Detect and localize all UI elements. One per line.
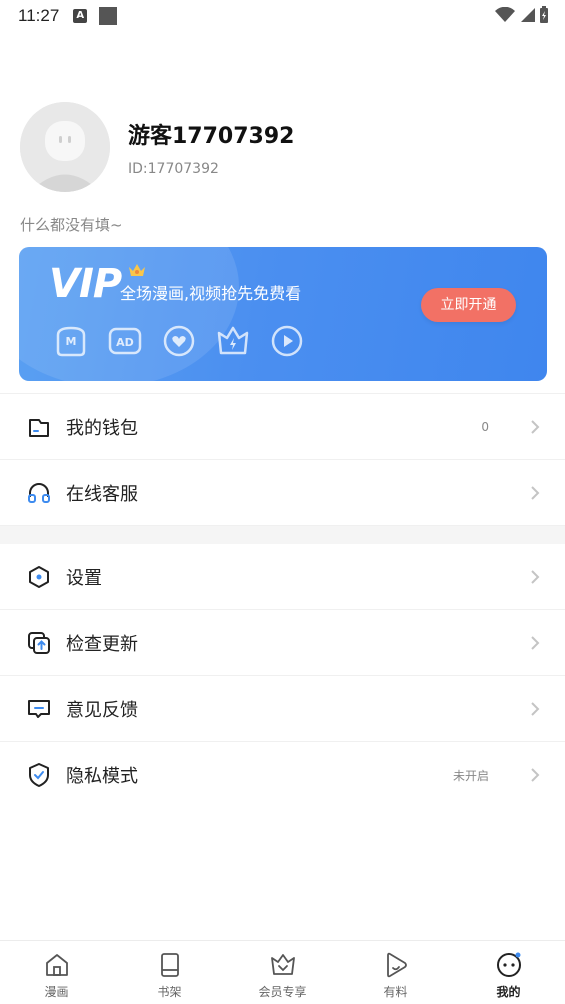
chevron-right-icon [531, 485, 540, 500]
book-icon [160, 953, 179, 977]
shield-check-icon [29, 763, 49, 787]
menu-item-support[interactable]: 在线客服 [0, 460, 565, 526]
vip-logo: VIP [49, 261, 122, 307]
status-bar: 11:27 A [0, 0, 565, 32]
menu-item-privacy[interactable]: 隐私模式 未开启 [0, 742, 565, 808]
vip-crown-icon [129, 264, 145, 276]
vip-benefits: M AD [52, 323, 306, 359]
home-icon [45, 954, 68, 976]
ad-badge-icon: AD [108, 327, 142, 355]
nav-item-vip[interactable]: 会员专享 [226, 941, 339, 1004]
chevron-right-icon [531, 569, 540, 584]
m-badge-icon: M [56, 326, 86, 357]
menu-item-update[interactable]: 检查更新 [0, 610, 565, 676]
hexagon-settings-icon [29, 565, 49, 588]
menu-label-wallet: 我的钱包 [66, 417, 138, 439]
user-bio: 什么都没有填~ [20, 216, 123, 234]
privacy-status: 未开启 [452, 768, 489, 783]
vip-banner[interactable]: VIP 全场漫画,视频抢先免费看 立即开通 M AD [19, 247, 547, 381]
vip-slogan: 全场漫画,视频抢先免费看 [120, 284, 302, 303]
user-id: ID:17707392 [128, 161, 219, 177]
wallet-balance: 0 [481, 419, 489, 434]
menu-label-settings: 设置 [66, 567, 102, 589]
menu-label-privacy: 隐私模式 [66, 766, 138, 787]
menu-label-support: 在线客服 [66, 483, 138, 505]
chevron-right-icon [531, 701, 540, 716]
accessibility-badge-icon: A [73, 9, 88, 23]
username: 游客17707392 [128, 124, 295, 149]
wallet-icon [29, 418, 49, 437]
crown-lightning-icon [217, 326, 249, 355]
battery-icon [540, 6, 548, 23]
menu-item-settings[interactable]: 设置 [0, 544, 565, 610]
vip-open-button[interactable]: 立即开通 [421, 288, 516, 322]
nav-label-feed: 有料 [383, 985, 408, 999]
chevron-right-icon [531, 419, 540, 434]
status-time: 11:27 [18, 6, 60, 25]
nav-item-feed[interactable]: 有料 [339, 941, 452, 1004]
nav-label-vip: 会员专享 [258, 985, 307, 999]
play-icon [386, 952, 407, 978]
bottom-navigation: 漫画 书架 会员专享 有料 我的 [0, 940, 565, 1004]
headphones-icon [28, 482, 50, 503]
nav-label-mine: 我的 [496, 985, 521, 999]
notification-square-icon [99, 7, 118, 25]
nav-label-bookshelf: 书架 [157, 985, 182, 999]
chevron-right-icon [531, 768, 540, 782]
menu-item-feedback[interactable]: 意见反馈 [0, 676, 565, 742]
update-icon [28, 631, 50, 654]
feedback-icon [28, 699, 50, 718]
status-indicators [495, 6, 549, 24]
chevron-right-icon [531, 635, 540, 650]
play-icon [271, 325, 303, 357]
menu-label-update: 检查更新 [66, 633, 138, 655]
nav-item-mine[interactable]: 我的 [452, 941, 565, 1004]
menu-item-wallet[interactable]: 我的钱包 0 [0, 394, 565, 460]
default-avatar-icon [20, 102, 110, 192]
nav-item-bookshelf[interactable]: 书架 [113, 941, 226, 1004]
heart-icon [163, 325, 195, 357]
nav-label-comics: 漫画 [44, 985, 69, 999]
signal-icon [521, 8, 535, 22]
wifi-icon [495, 7, 515, 22]
avatar[interactable] [20, 102, 110, 192]
svg-text:AD: AD [116, 336, 134, 349]
face-icon [496, 952, 521, 977]
menu-label-feedback: 意见反馈 [66, 699, 138, 721]
section-divider [0, 526, 565, 544]
nav-item-comics[interactable]: 漫画 [0, 941, 113, 1004]
vip-crown-icon [270, 954, 295, 975]
svg-text:M: M [66, 335, 77, 348]
